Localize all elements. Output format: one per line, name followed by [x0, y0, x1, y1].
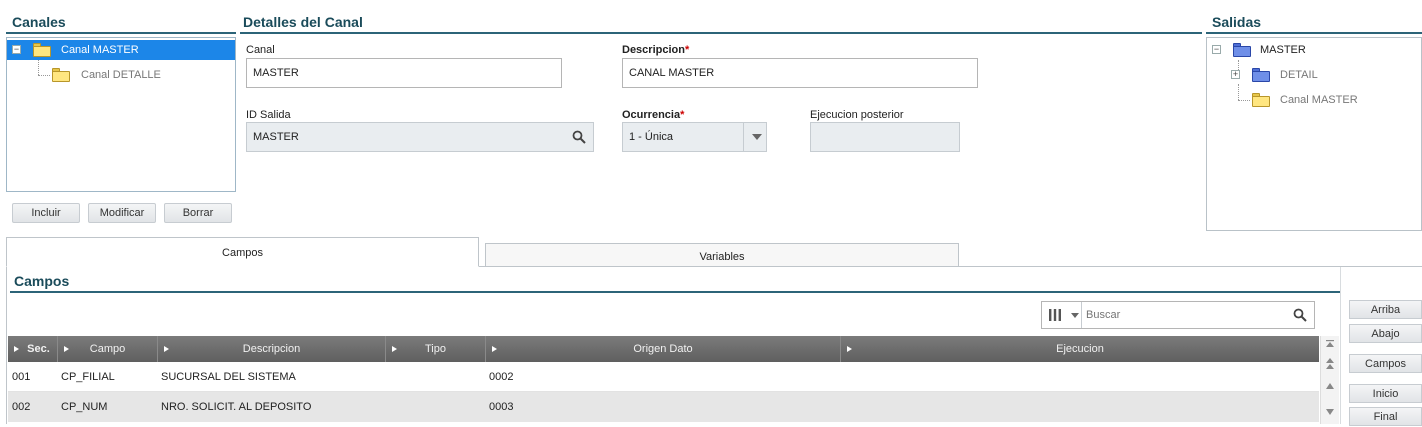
tree-item-detail[interactable]: + DETAIL — [1207, 65, 1421, 85]
canal-label: Canal — [246, 44, 275, 56]
column-header-sec[interactable]: Sec. — [8, 336, 58, 362]
inicio-button[interactable]: Inicio — [1349, 384, 1422, 403]
final-button[interactable]: Final — [1349, 407, 1422, 426]
tree-item-label: MASTER — [1260, 44, 1306, 56]
modificar-button[interactable]: Modificar — [88, 203, 156, 223]
tab-variables[interactable]: Variables — [485, 243, 959, 267]
descripcion-field[interactable]: CANAL MASTER — [622, 58, 978, 88]
incluir-button[interactable]: Incluir — [12, 203, 80, 223]
column-header-ejecucion[interactable]: Ejecucion — [841, 336, 1319, 362]
tree-item-master[interactable]: − MASTER — [1207, 40, 1421, 60]
folder-icon — [52, 68, 70, 82]
id-salida-value: MASTER — [253, 131, 299, 143]
move-top-icon[interactable] — [1325, 340, 1335, 348]
required-marker: * — [680, 109, 685, 121]
scroll-down-icon[interactable] — [1325, 408, 1335, 416]
collapse-icon[interactable]: − — [12, 45, 21, 54]
cell-campo: CP_FILIAL — [61, 371, 115, 383]
detalles-title: Detalles del Canal — [243, 14, 363, 30]
borrar-button[interactable]: Borrar — [164, 203, 232, 223]
column-header-tipo[interactable]: Tipo — [386, 336, 486, 362]
descripcion-label: Descripcion* — [622, 44, 689, 56]
column-label: Descripcion — [242, 343, 301, 355]
canal-field[interactable]: MASTER — [246, 58, 562, 88]
chevron-down-icon — [1071, 313, 1079, 318]
cell-sec: 001 — [12, 371, 31, 383]
campos-button[interactable]: Campos — [1349, 354, 1422, 373]
tree-item-label: Canal DETALLE — [81, 69, 161, 81]
ocurrencia-value: 1 - Única — [629, 131, 674, 143]
cell-descripcion: SUCURSAL DEL SISTEMA — [161, 371, 296, 383]
move-up-icon[interactable] — [1325, 358, 1335, 370]
search-icon[interactable] — [1293, 308, 1307, 322]
abajo-button[interactable]: Abajo — [1349, 324, 1422, 343]
select-divider — [743, 123, 744, 151]
tree-item-label: Canal MASTER — [1280, 94, 1358, 106]
ocurrencia-select[interactable]: 1 - Única — [622, 122, 767, 152]
campos-divider — [10, 291, 1340, 293]
columns-toggle[interactable] — [1042, 302, 1082, 328]
ocurrencia-label-text: Ocurrencia — [622, 109, 681, 121]
canales-divider — [6, 32, 236, 34]
required-marker: * — [684, 44, 690, 56]
search-box — [1041, 301, 1315, 329]
tab-campos[interactable]: Campos — [6, 237, 479, 267]
canales-title: Canales — [12, 14, 66, 30]
tree-item-label: Canal MASTER — [61, 44, 139, 56]
salidas-divider — [1206, 32, 1422, 34]
id-salida-field[interactable]: MASTER — [246, 122, 594, 152]
ejecucion-field[interactable] — [810, 122, 960, 152]
column-label: Ejecucion — [1056, 343, 1104, 355]
search-input[interactable] — [1084, 303, 1284, 327]
tree-item-canal-detalle[interactable]: Canal DETALLE — [7, 65, 235, 85]
open-folder-icon — [1233, 43, 1251, 57]
scroll-up-icon[interactable] — [1325, 382, 1335, 390]
ocurrencia-label: Ocurrencia* — [622, 109, 684, 121]
column-label: Sec. — [27, 343, 50, 355]
cell-campo: CP_NUM — [61, 401, 108, 413]
folder-icon — [1252, 68, 1270, 82]
cell-origen: 0002 — [489, 371, 514, 383]
id-salida-label: ID Salida — [246, 109, 291, 121]
salidas-tree-panel: − MASTER + DETAIL Canal MASTER — [1206, 37, 1422, 231]
column-header-descripcion[interactable]: Descripcion — [158, 336, 386, 362]
column-header-origen-dato[interactable]: Origen Dato — [486, 336, 841, 362]
salidas-title: Salidas — [1212, 14, 1262, 30]
columns-icon — [1049, 309, 1061, 321]
arriba-button[interactable]: Arriba — [1349, 300, 1422, 319]
descripcion-label-text: Descripcion — [622, 44, 685, 56]
row-move-bar — [1320, 336, 1339, 424]
collapse-icon[interactable]: − — [1212, 45, 1221, 54]
table-row[interactable]: 001 CP_FILIAL SUCURSAL DEL SISTEMA 0002 — [8, 362, 1319, 392]
column-label: Campo — [89, 343, 126, 355]
cell-sec: 002 — [12, 401, 31, 413]
search-icon[interactable] — [572, 130, 586, 144]
side-divider — [1340, 267, 1341, 424]
open-folder-icon — [33, 43, 51, 57]
campos-title: Campos — [14, 273, 70, 289]
cell-origen: 0003 — [489, 401, 514, 413]
tree-item-canal-master-salida[interactable]: Canal MASTER — [1207, 90, 1421, 110]
ejecucion-label: Ejecucion posterior — [810, 109, 904, 121]
canales-tree-panel: − Canal MASTER Canal DETALLE — [6, 37, 236, 192]
grid-header: Sec. Campo Descripcion Tipo Origen Dato … — [8, 336, 1319, 362]
folder-icon — [1252, 93, 1270, 107]
column-label: Origen Dato — [633, 343, 693, 355]
expand-icon[interactable]: + — [1231, 70, 1240, 79]
table-row[interactable]: 002 CP_NUM NRO. SOLICIT. AL DEPOSITO 000… — [8, 392, 1319, 422]
tree-item-label: DETAIL — [1280, 69, 1318, 81]
column-header-campo[interactable]: Campo — [58, 336, 158, 362]
tree-item-canal-master[interactable]: − Canal MASTER — [7, 40, 235, 60]
chevron-down-icon[interactable] — [752, 134, 762, 140]
detalles-divider — [240, 32, 1202, 34]
column-label: Tipo — [425, 343, 446, 355]
cell-descripcion: NRO. SOLICIT. AL DEPOSITO — [161, 401, 312, 413]
